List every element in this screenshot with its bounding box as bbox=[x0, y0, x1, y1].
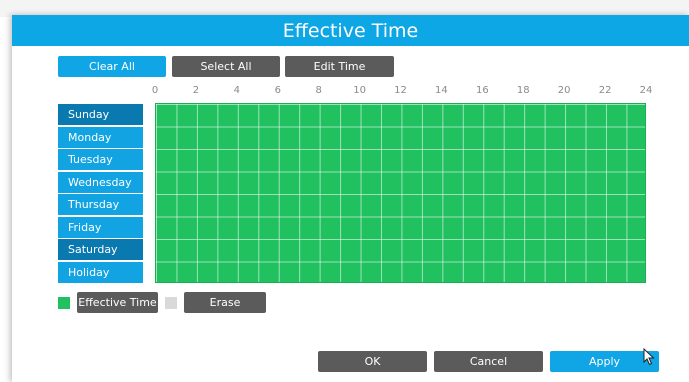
hour-label: 14 bbox=[435, 85, 448, 96]
select-all-button[interactable]: Select All bbox=[172, 56, 280, 77]
hour-label: 10 bbox=[353, 85, 366, 96]
day-label-tuesday[interactable]: Tuesday bbox=[58, 149, 143, 170]
hour-label: 2 bbox=[192, 85, 200, 96]
hour-label: 22 bbox=[598, 85, 612, 96]
erase-swatch bbox=[165, 297, 177, 309]
hour-label: 4 bbox=[233, 85, 241, 96]
dialog-title: Effective Time bbox=[12, 15, 689, 46]
hour-label: 8 bbox=[315, 85, 322, 96]
edit-time-button[interactable]: Edit Time bbox=[285, 56, 394, 77]
schedule-grid[interactable] bbox=[155, 103, 646, 283]
effective-time-swatch bbox=[58, 297, 70, 309]
day-label-holiday[interactable]: Holiday bbox=[58, 261, 143, 283]
effective-time-mode-button[interactable]: Effective Time bbox=[77, 292, 158, 313]
erase-mode-button[interactable]: Erase bbox=[184, 292, 266, 313]
hour-label: 24 bbox=[639, 85, 653, 96]
day-label-saturday[interactable]: Saturday bbox=[58, 239, 143, 260]
hour-label: 18 bbox=[516, 85, 530, 96]
mouse-pointer-icon bbox=[643, 348, 655, 366]
hour-label: 20 bbox=[557, 85, 571, 96]
hour-label: 0 bbox=[151, 85, 159, 96]
hour-label: 12 bbox=[394, 85, 407, 96]
day-label-sunday[interactable]: Sunday bbox=[58, 104, 143, 125]
clear-all-button[interactable]: Clear All bbox=[58, 56, 166, 77]
effective-time-dialog: Effective Time Clear All Select All Edit… bbox=[12, 15, 689, 382]
ok-button[interactable]: OK bbox=[318, 351, 427, 372]
day-label-thursday[interactable]: Thursday bbox=[58, 194, 143, 215]
cancel-button[interactable]: Cancel bbox=[434, 351, 543, 372]
hour-label: 6 bbox=[274, 85, 281, 96]
hour-label: 16 bbox=[475, 85, 489, 96]
day-label-wednesday[interactable]: Wednesday bbox=[58, 171, 143, 193]
day-label-friday[interactable]: Friday bbox=[58, 216, 143, 238]
day-label-monday[interactable]: Monday bbox=[58, 126, 143, 148]
